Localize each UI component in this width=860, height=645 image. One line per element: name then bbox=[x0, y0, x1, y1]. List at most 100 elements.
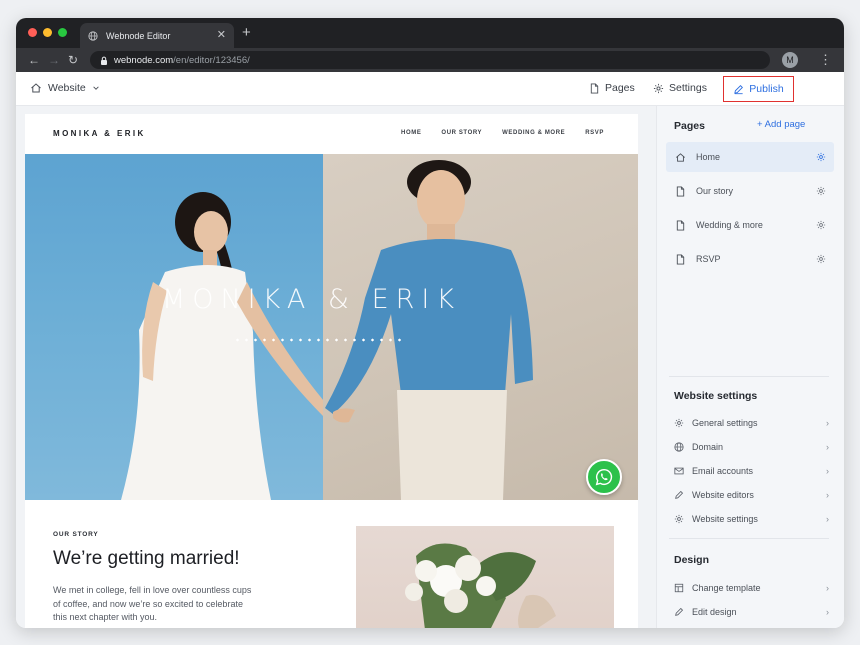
chevron-down-icon bbox=[93, 86, 99, 90]
design-heading: Design bbox=[674, 554, 710, 566]
hero-title[interactable]: MONIKA & ERIK bbox=[25, 284, 618, 315]
page-item-wedding[interactable]: Wedding & more bbox=[666, 210, 834, 240]
chevron-right-icon: › bbox=[826, 490, 829, 500]
website-settings-heading: Website settings bbox=[674, 390, 758, 402]
browser-tab[interactable]: Webnode Editor ✕ bbox=[80, 23, 234, 48]
chevron-right-icon: › bbox=[826, 418, 829, 428]
profile-avatar[interactable]: M bbox=[782, 52, 798, 68]
settings-item-label: Website settings bbox=[692, 514, 758, 524]
globe-icon bbox=[88, 30, 98, 41]
page-item-home[interactable]: Home bbox=[666, 142, 834, 172]
close-window-button[interactable] bbox=[28, 28, 37, 37]
chevron-right-icon: › bbox=[826, 607, 829, 617]
url-field[interactable]: webnode.com/en/editor/123456/ bbox=[90, 51, 770, 69]
gear-icon[interactable] bbox=[816, 220, 826, 230]
page-icon bbox=[676, 253, 685, 265]
tab-title: Webnode Editor bbox=[106, 30, 171, 41]
gear-icon[interactable] bbox=[816, 186, 826, 196]
settings-item-label: Email accounts bbox=[692, 466, 754, 476]
chevron-right-icon: › bbox=[826, 514, 829, 524]
site-nav-our-story[interactable]: OUR STORY bbox=[441, 130, 482, 136]
website-editors-item[interactable]: Website editors › bbox=[674, 490, 829, 500]
gear-icon bbox=[674, 418, 684, 428]
domain-item[interactable]: Domain › bbox=[674, 442, 829, 452]
settings-item-label: Website editors bbox=[692, 490, 754, 500]
back-arrow-icon[interactable]: ← bbox=[28, 52, 40, 68]
browser-tab-bar: Webnode Editor ✕ + bbox=[16, 18, 844, 48]
story-label: OUR STORY bbox=[53, 531, 99, 538]
gear-icon[interactable] bbox=[816, 152, 826, 162]
whatsapp-button[interactable] bbox=[586, 459, 622, 495]
page-item-label: RSVP bbox=[696, 254, 721, 264]
website-settings-item[interactable]: Website settings › bbox=[674, 514, 829, 524]
page-icon bbox=[676, 219, 685, 231]
pages-heading: Pages bbox=[674, 120, 705, 132]
settings-item-label: Domain bbox=[692, 442, 724, 452]
page-item-label: Wedding & more bbox=[696, 220, 763, 230]
url-path: /en/editor/123456/ bbox=[173, 54, 250, 66]
publish-button[interactable]: Publish bbox=[723, 76, 794, 102]
chevron-right-icon: › bbox=[826, 583, 829, 593]
add-page-button[interactable]: + Add page bbox=[757, 119, 805, 130]
pages-button[interactable]: Pages bbox=[589, 82, 635, 94]
website-switcher[interactable]: Website bbox=[30, 82, 100, 94]
maximize-window-button[interactable] bbox=[58, 28, 67, 37]
settings-label: Settings bbox=[669, 82, 707, 94]
chevron-right-icon: › bbox=[826, 466, 829, 476]
page-item-rsvp[interactable]: RSVP bbox=[666, 244, 834, 274]
minimize-window-button[interactable] bbox=[43, 28, 52, 37]
website-label: Website bbox=[48, 82, 86, 94]
page-item-our-story[interactable]: Our story bbox=[666, 176, 834, 206]
settings-button[interactable]: Settings bbox=[653, 82, 707, 94]
bride-illustration bbox=[121, 192, 335, 500]
site-logo[interactable]: MONIKA & ERIK bbox=[53, 129, 146, 138]
browser-window: Webnode Editor ✕ + ← → ↻ webnode.com/en/… bbox=[16, 18, 844, 628]
pencil-icon bbox=[675, 607, 684, 616]
website-preview[interactable]: MONIKA & ERIK HOME OUR STORY WEDDING & M… bbox=[25, 114, 638, 628]
panel-divider bbox=[669, 538, 829, 539]
story-section[interactable]: OUR STORY We’re getting married! We met … bbox=[25, 500, 638, 628]
story-body[interactable]: We met in college, fell in love over cou… bbox=[53, 584, 253, 625]
bouquet-photo bbox=[356, 526, 614, 628]
reload-icon[interactable]: ↻ bbox=[68, 52, 78, 68]
general-settings-item[interactable]: General settings › bbox=[674, 418, 829, 428]
home-icon bbox=[676, 152, 685, 162]
gear-icon bbox=[674, 514, 684, 524]
hero-divider bbox=[233, 338, 403, 342]
editor-side-panel: Pages + Add page Home Our story Wedding … bbox=[656, 106, 844, 628]
page-icon bbox=[676, 185, 685, 197]
hero-photo-bride bbox=[25, 154, 335, 500]
bouquet-illustration bbox=[405, 543, 556, 628]
lock-icon bbox=[101, 56, 107, 65]
pencil-icon bbox=[675, 490, 684, 499]
editor-toolbar: Website Pages Settings Publish bbox=[16, 72, 844, 106]
site-nav-home[interactable]: HOME bbox=[401, 130, 421, 136]
url-host: webnode.com bbox=[114, 54, 174, 66]
email-accounts-item[interactable]: Email accounts › bbox=[674, 466, 829, 476]
page-icon bbox=[590, 82, 599, 94]
settings-item-label: General settings bbox=[692, 418, 758, 428]
new-tab-icon[interactable]: + bbox=[242, 25, 251, 40]
close-tab-icon[interactable]: ✕ bbox=[217, 30, 226, 41]
browser-menu-icon[interactable]: ⋮ bbox=[819, 52, 832, 68]
change-template-item[interactable]: Change template › bbox=[674, 583, 829, 593]
whatsapp-icon bbox=[595, 468, 613, 486]
story-heading[interactable]: We’re getting married! bbox=[53, 548, 240, 570]
pencil-icon bbox=[734, 84, 744, 94]
mail-icon bbox=[674, 467, 684, 475]
page-item-label: Home bbox=[696, 152, 721, 162]
hero-section[interactable]: MONIKA & ERIK bbox=[25, 154, 638, 500]
groom-illustration bbox=[325, 160, 533, 500]
gear-icon[interactable] bbox=[816, 254, 826, 264]
site-nav: HOME OUR STORY WEDDING & MORE RSVP bbox=[401, 130, 604, 136]
forward-arrow-icon[interactable]: → bbox=[48, 52, 60, 68]
chevron-right-icon: › bbox=[826, 442, 829, 452]
edit-design-item[interactable]: Edit design › bbox=[674, 607, 829, 617]
window-controls bbox=[28, 28, 67, 37]
gear-icon bbox=[653, 83, 664, 93]
site-nav-wedding[interactable]: WEDDING & MORE bbox=[502, 130, 565, 136]
design-item-label: Edit design bbox=[692, 607, 737, 617]
site-header: MONIKA & ERIK HOME OUR STORY WEDDING & M… bbox=[25, 114, 638, 154]
publish-label: Publish bbox=[749, 83, 784, 95]
site-nav-rsvp[interactable]: RSVP bbox=[585, 130, 604, 136]
